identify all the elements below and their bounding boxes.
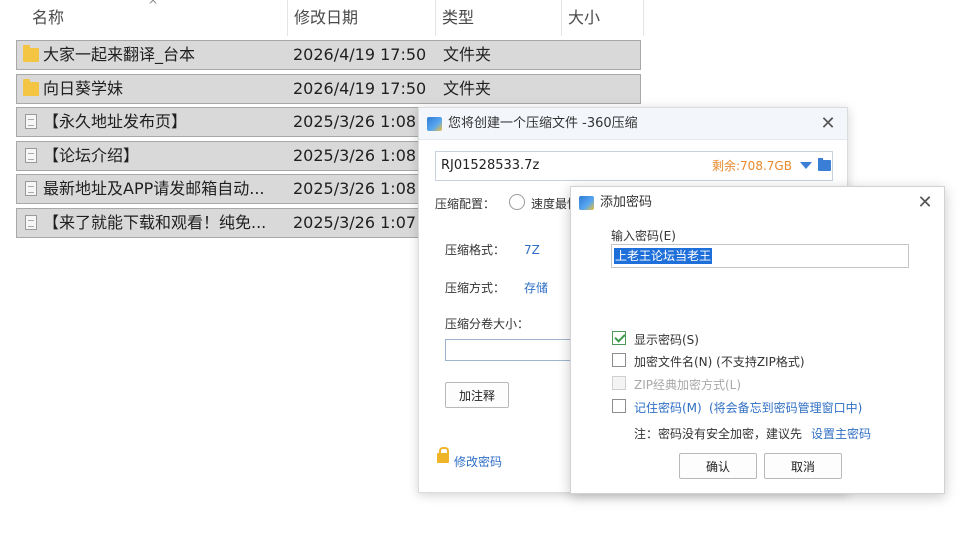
confirm-button[interactable]: 确认 bbox=[679, 453, 757, 479]
remember-password-label[interactable]: 记住密码(M) bbox=[634, 399, 702, 416]
format-label: 压缩格式： bbox=[445, 243, 506, 257]
cancel-button[interactable]: 取消 bbox=[764, 453, 842, 479]
file-date: 2025/3/26 1:07 bbox=[293, 212, 417, 232]
password-dialog-title: 添加密码 bbox=[600, 195, 653, 210]
file-row[interactable]: 向日葵学妹 2026/4/19 17:50 文件夹 bbox=[16, 73, 641, 104]
change-password-link[interactable]: 修改密码 bbox=[454, 453, 502, 470]
password-dialog-titlebar[interactable]: 添加密码 ✕ bbox=[571, 187, 944, 219]
add-password-dialog: 添加密码 ✕ 输入密码(E) 上老王论坛当老王 显示密码(S) 加密文件名(N)… bbox=[570, 186, 945, 494]
file-icon bbox=[25, 147, 37, 163]
folder-icon bbox=[23, 45, 39, 62]
folder-icon bbox=[23, 78, 39, 96]
password-input-label: 输入密码(E) bbox=[611, 229, 676, 243]
app-360-icon bbox=[427, 117, 442, 131]
method-label: 压缩方式： bbox=[445, 281, 506, 295]
zip-classic-checkbox bbox=[612, 376, 626, 390]
split-size-input[interactable] bbox=[445, 339, 585, 361]
file-icon bbox=[25, 214, 37, 230]
compress-dialog-title: 您将创建一个压缩文件 -360压缩 bbox=[448, 116, 638, 131]
column-header-size[interactable]: 大小 bbox=[562, 0, 644, 36]
file-date: 2025/3/26 1:08 bbox=[293, 179, 417, 198]
file-icon bbox=[25, 181, 37, 196]
split-size-label: 压缩分卷大小： bbox=[445, 317, 530, 331]
column-header-bar: 名称 ^ 修改日期 类型 大小 bbox=[0, 0, 650, 36]
remember-password-note: (将会备忘到密码管理窗口中) bbox=[709, 401, 863, 415]
file-date: 2025/3/26 1:08 bbox=[293, 145, 417, 165]
output-path-field[interactable]: RJ01528533.7z 剩余:708.7GB bbox=[435, 151, 833, 181]
config-label: 压缩配置： bbox=[435, 197, 496, 211]
file-date: 2026/4/19 17:50 bbox=[293, 45, 427, 64]
output-path-value: RJ01528533.7z bbox=[441, 158, 540, 173]
file-name: 最新地址及APP请发邮箱自动... bbox=[43, 179, 265, 198]
encrypt-filenames-checkbox[interactable] bbox=[612, 353, 626, 367]
format-value[interactable]: 7Z bbox=[524, 243, 540, 257]
password-input[interactable]: 上老王论坛当老王 bbox=[611, 244, 909, 268]
encrypt-filenames-label: 加密文件名(N) (不支持ZIP格式) bbox=[634, 355, 805, 369]
lock-icon bbox=[437, 447, 449, 463]
column-header-date[interactable]: 修改日期 bbox=[288, 0, 436, 36]
file-name: 向日葵学妹 bbox=[43, 78, 124, 98]
password-value-selected: 上老王论坛当老王 bbox=[614, 248, 713, 264]
remember-password-checkbox[interactable] bbox=[612, 399, 626, 413]
app-360-icon bbox=[579, 196, 594, 210]
browse-folder-icon[interactable] bbox=[818, 158, 831, 171]
close-icon[interactable]: ✕ bbox=[914, 192, 936, 214]
show-password-checkbox[interactable] bbox=[612, 331, 626, 345]
file-name: 【来了就能下载和观看！纯免... bbox=[43, 212, 267, 232]
config-speed-radio[interactable] bbox=[509, 194, 525, 210]
file-date: 2025/3/26 1:08 bbox=[293, 112, 417, 131]
dropdown-arrow-icon[interactable] bbox=[800, 162, 812, 169]
close-icon[interactable]: ✕ bbox=[817, 113, 839, 135]
set-master-password-link[interactable]: 设置主密码 bbox=[811, 425, 871, 442]
free-space-label: 剩余:708.7GB bbox=[712, 159, 792, 173]
security-note: 注：密码没有安全加密，建议先 bbox=[634, 427, 803, 441]
file-type: 文件夹 bbox=[443, 78, 492, 98]
file-row[interactable]: 大家一起来翻译_台本 2026/4/19 17:50 文件夹 bbox=[16, 40, 641, 70]
file-icon bbox=[25, 114, 37, 129]
file-name: 【论坛介绍】 bbox=[43, 145, 140, 165]
sort-ascending-icon: ^ bbox=[148, 0, 159, 12]
file-date: 2026/4/19 17:50 bbox=[293, 78, 427, 98]
file-name: 大家一起来翻译_台本 bbox=[43, 45, 196, 64]
zip-classic-label: ZIP经典加密方式(L) bbox=[634, 378, 742, 392]
compress-dialog-titlebar[interactable]: 您将创建一个压缩文件 -360压缩 ✕ bbox=[419, 108, 847, 140]
method-value[interactable]: 存储 bbox=[524, 279, 548, 296]
file-type: 文件夹 bbox=[443, 45, 492, 64]
column-header-type[interactable]: 类型 bbox=[436, 0, 562, 36]
add-comment-button[interactable]: 加注释 bbox=[445, 382, 509, 408]
file-name: 【永久地址发布页】 bbox=[43, 112, 188, 131]
show-password-label: 显示密码(S) bbox=[634, 333, 699, 347]
